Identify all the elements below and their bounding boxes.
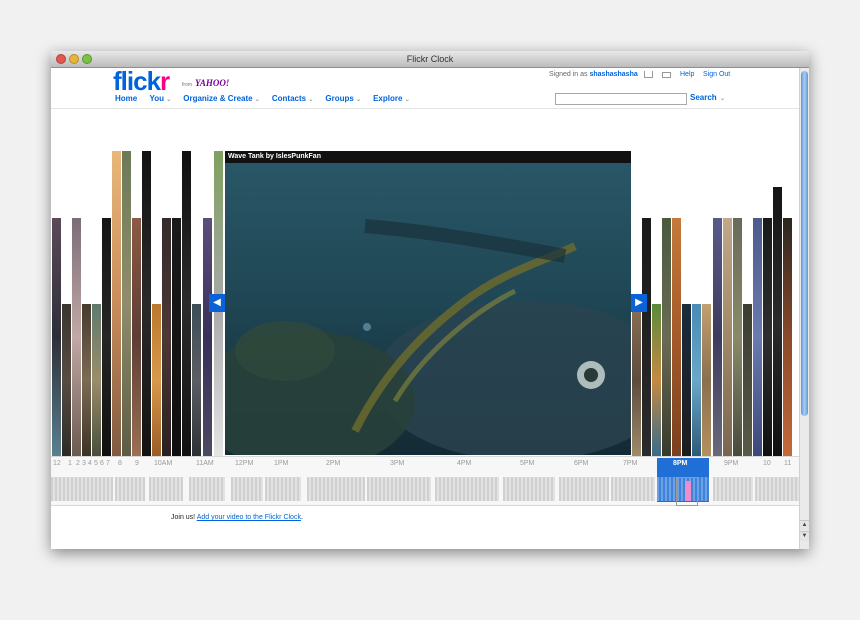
video-clip-strip[interactable] — [662, 218, 671, 456]
timeline-label[interactable]: 4 — [88, 460, 92, 467]
video-clip-strip[interactable] — [62, 304, 71, 456]
timeline-label[interactable]: 3PM — [390, 460, 404, 467]
video-clip-strip[interactable] — [733, 218, 742, 456]
timeline-scrubber[interactable] — [676, 477, 698, 506]
scrollbar-thumb[interactable] — [801, 71, 808, 416]
video-clip-strip[interactable] — [763, 218, 772, 456]
video-clip-strip[interactable] — [102, 218, 111, 456]
video-clip-strip[interactable] — [72, 218, 81, 456]
previous-clip-button[interactable]: ◀ — [209, 294, 225, 312]
timeline-label[interactable]: 2PM — [326, 460, 340, 467]
timeline-activity — [149, 477, 183, 501]
browser-window: Flickr Clock flickr from YAHOO! Home You… — [51, 51, 809, 549]
video-clip-strip[interactable] — [723, 218, 732, 456]
timeline-activity — [367, 477, 431, 501]
timeline-label[interactable]: 9PM — [724, 460, 738, 467]
video-clip-strip[interactable] — [642, 218, 651, 456]
timeline-activity — [559, 477, 609, 501]
video-clip-strip[interactable] — [52, 218, 61, 456]
timeline-activity — [231, 477, 263, 501]
video-clip-strip[interactable] — [162, 218, 171, 456]
timeline-label[interactable]: 11 — [784, 460, 791, 467]
video-clip-strip[interactable] — [92, 304, 101, 456]
scroll-down-arrow-icon[interactable]: ▼ — [800, 531, 809, 541]
timeline-label[interactable]: 6 — [100, 460, 104, 467]
timeline-activity — [115, 477, 145, 501]
video-clip-strip[interactable] — [632, 304, 641, 456]
time-timeline[interactable]: 12 1 2 3 4 5 6 7 8 9 10AM 11AM 12PM 1PM … — [51, 456, 799, 506]
video-clip-strip[interactable] — [182, 151, 191, 456]
timeline-activity — [51, 477, 113, 501]
add-video-link[interactable]: Add your video to the Flickr Clock — [197, 514, 301, 521]
video-clip-strip[interactable] — [783, 218, 792, 456]
timeline-label[interactable]: 12PM — [235, 460, 253, 467]
timeline-label[interactable]: 8 — [118, 460, 122, 467]
timeline-label[interactable]: 6PM — [574, 460, 588, 467]
scroll-up-arrow-icon[interactable]: ▲ — [800, 520, 809, 530]
timeline-activity — [265, 477, 301, 501]
timeline-label[interactable]: 5PM — [520, 460, 534, 467]
timeline-label[interactable]: 2 — [76, 460, 80, 467]
video-clip-strip[interactable] — [773, 187, 782, 456]
video-title: Wave Tank by IslesPunkFan — [225, 151, 631, 163]
timeline-activity — [503, 477, 555, 501]
timeline-activity — [611, 477, 655, 501]
video-clip-strip[interactable] — [82, 304, 91, 456]
video-clip-strip[interactable] — [172, 218, 181, 456]
video-clip-strip[interactable] — [203, 218, 212, 456]
timeline-activity — [713, 477, 753, 501]
timeline-active-label[interactable]: 8PM — [673, 460, 687, 467]
video-clip-strip[interactable] — [132, 218, 141, 456]
video-clip-strip[interactable] — [142, 151, 151, 456]
join-us-message: Join us! Add your video to the Flickr Cl… — [171, 514, 303, 521]
timeline-activity — [189, 477, 225, 501]
timeline-label[interactable]: 12 — [53, 460, 61, 467]
video-clip-strip[interactable] — [692, 304, 701, 456]
video-clip-strip[interactable] — [713, 218, 722, 456]
video-clip-strip[interactable] — [743, 304, 752, 456]
timeline-label[interactable]: 7PM — [623, 460, 637, 467]
timeline-activity — [307, 477, 365, 501]
timeline-label[interactable]: 9 — [135, 460, 139, 467]
left-arrow-icon: ◀ — [213, 297, 221, 308]
timeline-label[interactable]: 3 — [82, 460, 86, 467]
video-clip-strip[interactable] — [753, 218, 762, 456]
video-clip-strip[interactable] — [112, 151, 121, 456]
timeline-label[interactable]: 7 — [106, 460, 110, 467]
timeline-label[interactable]: 5 — [94, 460, 98, 467]
timeline-activity — [755, 477, 799, 501]
timeline-label[interactable]: 1 — [68, 460, 72, 467]
timeline-label[interactable]: 10AM — [154, 460, 172, 467]
next-clip-button[interactable]: ▶ — [631, 294, 647, 312]
video-clip-strip[interactable] — [192, 304, 201, 456]
video-clip-strip[interactable] — [122, 151, 131, 456]
video-frame — [225, 151, 631, 455]
timeline-label[interactable]: 4PM — [457, 460, 471, 467]
video-clip-strip[interactable] — [702, 304, 711, 456]
right-arrow-icon: ▶ — [635, 297, 643, 308]
video-clip-strip[interactable] — [672, 218, 681, 456]
timeline-label[interactable]: 11AM — [196, 460, 214, 467]
video-clip-strip[interactable] — [682, 304, 691, 456]
video-player[interactable]: Wave Tank by IslesPunkFan — [225, 151, 631, 455]
timeline-label[interactable]: 10 — [763, 460, 771, 467]
timeline-label[interactable]: 1PM — [274, 460, 288, 467]
video-clip-strip[interactable] — [652, 304, 661, 456]
vertical-scrollbar[interactable]: ▲ ▼ — [799, 68, 809, 549]
video-clip-strip[interactable] — [152, 304, 161, 456]
timeline-activity — [435, 477, 499, 501]
